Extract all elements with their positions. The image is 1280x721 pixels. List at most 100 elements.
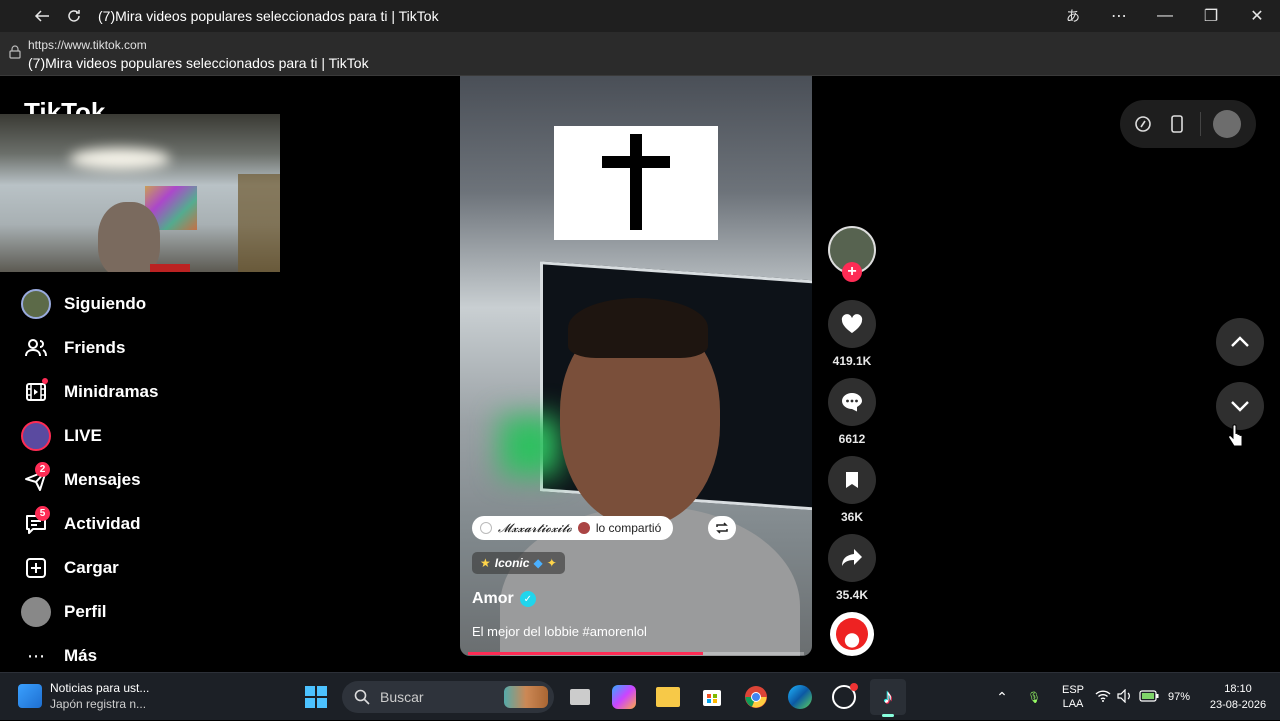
language-line1: ESP xyxy=(1061,684,1084,696)
close-button[interactable]: ✕ xyxy=(1234,0,1280,32)
page-title: (7)Mira videos populares seleccionados p… xyxy=(28,55,369,71)
upload-icon xyxy=(20,552,52,584)
video-player[interactable]: 𝓜𝔁𝔁𝓪𝓻𝓽𝓲𝓸𝔁𝓲𝓽𝓸 lo compartió ★ Iconic ◆ ✦ A… xyxy=(460,76,812,656)
sidebar-item-label: Más xyxy=(64,646,98,665)
tiktok-logo[interactable]: TikTok xyxy=(24,98,105,114)
author-label: Amor xyxy=(472,590,514,607)
chrome-icon[interactable] xyxy=(738,679,774,715)
progress-fill xyxy=(468,652,704,655)
news-icon xyxy=(18,684,42,708)
sidebar-item-perfil[interactable]: Perfil xyxy=(0,590,280,634)
clock[interactable]: 18:10 23-08-2026 xyxy=(1196,681,1280,713)
heart-icon xyxy=(841,314,863,333)
wifi-icon[interactable] xyxy=(1092,689,1114,705)
share-arrow-icon xyxy=(842,549,862,566)
sidebar-nav: Siguiendo Friends Minidramas LIVE 2 Mens… xyxy=(0,282,280,678)
copilot-icon[interactable] xyxy=(606,679,642,715)
more-options-icon[interactable]: ⋯ xyxy=(1096,0,1142,32)
sidebar-item-label: Perfil xyxy=(64,602,107,621)
share-action: 35.4K xyxy=(828,534,876,602)
news-title: Noticias para ust... xyxy=(50,681,150,695)
shared-by-username: 𝓜𝔁𝔁𝓪𝓻𝓽𝓲𝓸𝔁𝓲𝓽𝓸 xyxy=(498,520,572,535)
news-widget[interactable]: Noticias para ust... Japón registra n... xyxy=(18,681,149,711)
video-description: El mejor del lobbie #amorenlol xyxy=(472,624,647,639)
sidebar-item-label: Friends xyxy=(64,338,126,357)
sidebar-item-minidramas[interactable]: Minidramas xyxy=(0,370,280,414)
sidebar-item-label: Cargar xyxy=(64,558,119,577)
window-title: (7)Mira videos populares seleccionados p… xyxy=(98,8,439,24)
store-icon[interactable] xyxy=(694,679,730,715)
following-avatar-icon xyxy=(20,288,52,320)
more-icon: ⋯ xyxy=(27,645,45,666)
user-avatar[interactable] xyxy=(1213,110,1241,138)
shared-text: lo compartió xyxy=(595,521,662,535)
coin-icon[interactable] xyxy=(1132,113,1154,135)
task-view-icon[interactable] xyxy=(562,679,598,715)
sidebar-item-actividad[interactable]: 5 Actividad xyxy=(0,502,280,546)
search-label: Buscar xyxy=(380,689,424,705)
tiktok-app-icon[interactable]: ♪ xyxy=(870,679,906,717)
sidebar: TikTok Siguiendo Friends Minidramas LIVE xyxy=(0,76,280,672)
sidebar-item-siguiendo[interactable]: Siguiendo xyxy=(0,282,280,326)
share-button[interactable] xyxy=(828,534,876,582)
clock-date: 23-08-2026 xyxy=(1209,699,1267,711)
edge-icon[interactable] xyxy=(782,679,818,715)
comment-count: 6612 xyxy=(838,432,866,446)
chevron-up-icon xyxy=(1231,336,1249,347)
save-button[interactable] xyxy=(828,456,876,504)
taskbar-search[interactable]: Buscar xyxy=(342,681,554,713)
cube-icon: ◆ xyxy=(533,556,543,570)
bookmark-icon xyxy=(846,472,858,488)
follow-plus-icon[interactable]: + xyxy=(842,262,862,282)
like-button[interactable] xyxy=(828,300,876,348)
tag-label: Iconic xyxy=(494,556,530,570)
news-subtitle: Japón registra n... xyxy=(50,697,147,711)
activity-icon: 5 xyxy=(20,506,52,540)
windows-taskbar: Noticias para ust... Japón registra n...… xyxy=(0,672,1280,720)
restore-button[interactable]: ❐ xyxy=(1188,0,1234,32)
top-right-controls xyxy=(1120,100,1256,148)
language-indicator[interactable]: ESP LAA xyxy=(1054,683,1092,711)
file-explorer-icon[interactable] xyxy=(650,679,686,715)
sidebar-item-mensajes[interactable]: 2 Mensajes xyxy=(0,458,280,502)
messages-icon: 2 xyxy=(20,462,52,496)
cross-sticker xyxy=(554,126,718,240)
repost-icon xyxy=(716,522,728,534)
back-icon[interactable] xyxy=(26,0,58,32)
chatgpt-icon[interactable] xyxy=(826,679,862,715)
sidebar-item-label: Mensajes xyxy=(64,470,141,489)
like-action: 419.1K xyxy=(828,300,876,368)
notification-dot xyxy=(42,378,48,384)
hand-cursor-icon xyxy=(1228,424,1244,455)
sound-disc[interactable] xyxy=(830,612,874,656)
messages-badge: 2 xyxy=(35,462,50,477)
chevron-up-icon[interactable]: ⌃ xyxy=(990,689,1014,706)
shared-by-pill[interactable]: 𝓜𝔁𝔁𝓪𝓻𝓽𝓲𝓸𝔁𝓲𝓽𝓸 lo compartió xyxy=(472,516,674,540)
comment-button[interactable] xyxy=(828,378,876,426)
translate-icon[interactable]: あ xyxy=(1050,0,1096,32)
sidebar-item-friends[interactable]: Friends xyxy=(0,326,280,370)
mobile-icon[interactable] xyxy=(1166,113,1188,135)
volume-icon[interactable] xyxy=(1114,688,1136,706)
refresh-icon[interactable] xyxy=(58,0,90,32)
minimize-button[interactable]: — xyxy=(1142,0,1188,32)
microphone-icon[interactable]: 🎙 xyxy=(1014,691,1054,704)
video-progress-bar[interactable] xyxy=(468,652,804,655)
system-tray: ⌃ 🎙 ESP LAA 97% 18:10 23-08-2026 xyxy=(990,673,1280,721)
battery-icon[interactable] xyxy=(1136,689,1162,705)
tag-pill[interactable]: ★ Iconic ◆ ✦ xyxy=(472,552,565,574)
next-video-button[interactable] xyxy=(1216,382,1264,430)
divider xyxy=(1200,112,1201,136)
active-indicator xyxy=(882,714,894,717)
sidebar-item-cargar[interactable]: Cargar xyxy=(0,546,280,590)
share-count: 35.4K xyxy=(835,588,869,602)
sidebar-item-live[interactable]: LIVE xyxy=(0,414,280,458)
address-bar[interactable]: https://www.tiktok.com (7)Mira videos po… xyxy=(0,32,1280,76)
music-disc-icon xyxy=(836,618,868,650)
previous-video-button[interactable] xyxy=(1216,318,1264,366)
repost-button[interactable] xyxy=(708,516,736,540)
author-name[interactable]: Amor ✓ xyxy=(472,590,536,608)
start-icon[interactable] xyxy=(298,679,334,715)
webcam-overlay xyxy=(0,114,280,272)
sparkle-icon: ✦ xyxy=(546,556,557,570)
